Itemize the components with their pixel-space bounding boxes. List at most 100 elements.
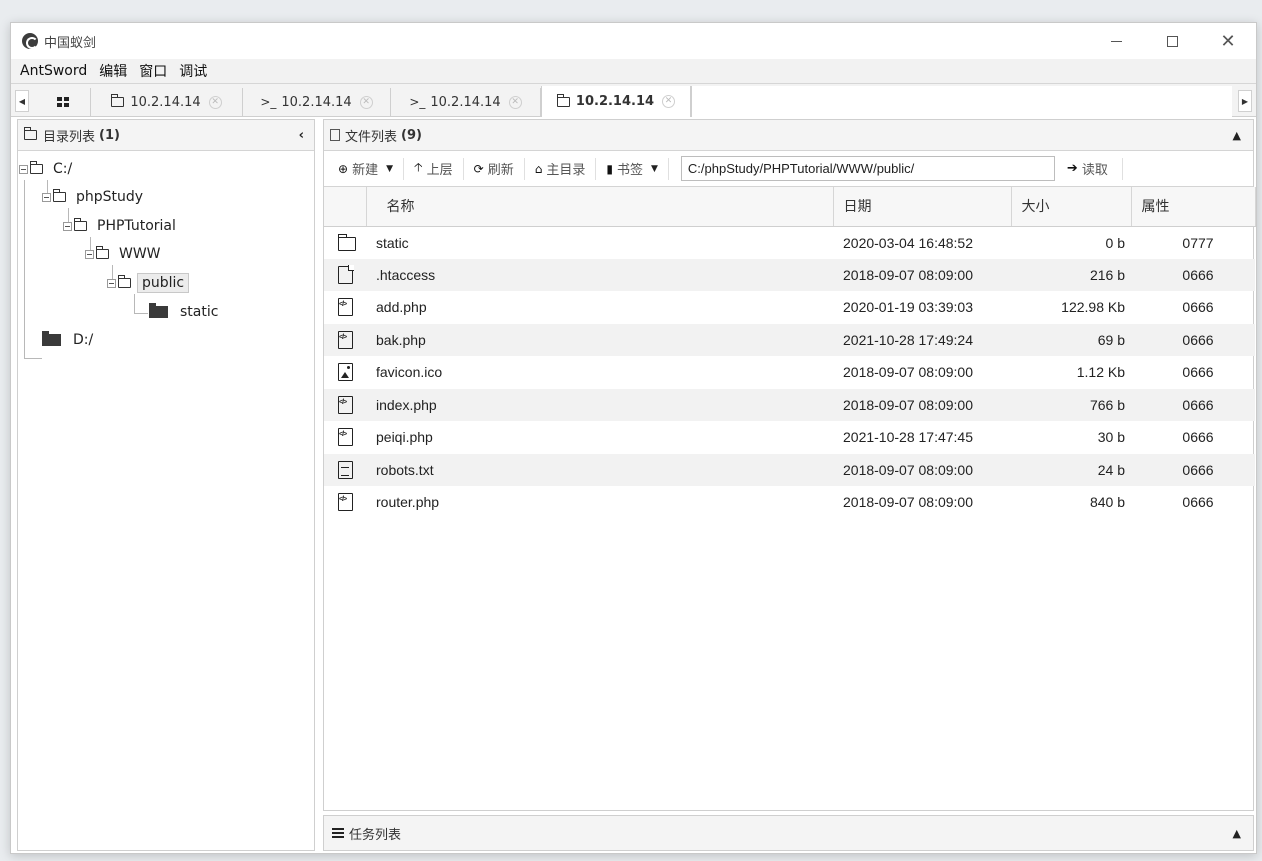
folder-icon: [24, 127, 37, 140]
folder-icon: [96, 246, 109, 259]
file-table-body: static 2020-03-04 16:48:52 0 b 0777 .htacces…: [324, 226, 1255, 519]
tab-home[interactable]: [35, 88, 91, 116]
tree-node-d[interactable]: D:/: [42, 329, 97, 351]
table-row[interactable]: favicon.ico 2018-09-07 08:09:00 1.12 Kb 066…: [324, 356, 1255, 389]
expand-task-panel-icon[interactable]: ▲: [1233, 827, 1241, 840]
collapse-file-panel-button[interactable]: ▲: [1233, 129, 1241, 142]
table-row[interactable]: index.php2018-09-07 08:09:00766 b0666: [324, 388, 1255, 421]
tree-line: [134, 294, 135, 313]
close-icon: ✕: [1220, 30, 1236, 52]
directory-panel-title: 目录列表: [43, 129, 96, 145]
column-header-date[interactable]: 日期: [833, 187, 1012, 227]
bookmark-icon: ▮: [606, 161, 613, 176]
file-size: 766 b: [1011, 388, 1131, 421]
new-button[interactable]: ⊕ 新建 ▼: [338, 157, 404, 180]
table-row[interactable]: peiqi.php 2021-10-28 17:47:45 30 b 0666: [324, 421, 1255, 454]
tab-close-icon[interactable]: ✕: [208, 95, 222, 109]
menu-edit[interactable]: 编辑: [99, 61, 127, 81]
file-attr: 0666: [1182, 299, 1214, 316]
table-row[interactable]: bak.php2021-10-28 17:49:2469 b0666: [324, 323, 1255, 356]
collapse-toggle-icon[interactable]: [63, 221, 72, 231]
window-title: 中国蚁剑: [44, 35, 97, 51]
folder-icon: [53, 189, 66, 202]
triangle-right-icon: ▶: [1241, 96, 1249, 106]
menu-antsword[interactable]: AntSword: [20, 63, 87, 79]
menu-window[interactable]: 窗口: [139, 61, 167, 81]
terminal-icon: >_: [260, 95, 277, 109]
table-row[interactable]: robots.txt 2018-09-07 08:09:00 24 b 0666: [324, 453, 1255, 486]
table-row[interactable]: static 2020-03-04 16:48:52 0 b 0777: [324, 226, 1255, 259]
bookmark-button[interactable]: ▮ 书签 ▼: [606, 157, 669, 180]
document-icon: [330, 129, 340, 141]
file-date: 2018-09-07 08:09:00: [843, 364, 973, 381]
tab-close-icon[interactable]: ✕: [662, 95, 676, 108]
table-row[interactable]: router.php 2018-09-07 08:09:00 840 b 0666: [324, 486, 1255, 519]
tab-terminal-2[interactable]: >_ 10.2.14.14 ✕: [391, 88, 541, 116]
tree-node-static[interactable]: static: [149, 301, 222, 323]
collapse-toggle-icon[interactable]: [85, 249, 94, 259]
file-icon-cell: [324, 323, 366, 356]
column-header-size[interactable]: 大小: [1011, 187, 1132, 227]
file-panel: 文件列表 (9) ▲ ⊕ 新建 ▼ 🡡 上层 ⟳ 刷新 ⌂ 主目录 ▮ 书签 ▼…: [323, 119, 1256, 811]
tree-node-label: WWW: [119, 246, 161, 262]
task-panel[interactable]: 任务列表 ▲: [323, 815, 1254, 851]
directory-count: (1): [99, 127, 120, 143]
table-row[interactable]: .htaccess 2018-09-07 08:09:00 216 b 0666: [324, 258, 1255, 291]
caret-down-icon: ▼: [650, 163, 658, 174]
tree-node-www[interactable]: WWW: [85, 243, 165, 265]
home-button[interactable]: ⌂ 主目录: [535, 157, 597, 180]
table-row[interactable]: add.php 2020-01-19 03:39:03 122.98 Kb 0666: [324, 291, 1255, 324]
path-input[interactable]: [680, 156, 1055, 181]
maximize-icon: [1166, 35, 1178, 47]
read-button[interactable]: ➔ 读取: [1067, 157, 1123, 180]
file-name: router.php: [376, 494, 440, 511]
caret-down-icon: ▼: [386, 163, 393, 174]
menu-debug[interactable]: 调试: [179, 61, 207, 81]
close-button[interactable]: ✕: [1200, 23, 1256, 59]
tab-label: 10.2.14.14: [575, 94, 655, 109]
tab-terminal-1[interactable]: >_ 10.2.14.14 ✕: [243, 88, 391, 116]
file-date: 2021-10-28 17:49:24: [833, 323, 1011, 356]
tree-node-label: static: [180, 304, 219, 320]
tree-node-phpstudy[interactable]: phpStudy: [42, 186, 147, 208]
folder-icon: [111, 94, 125, 107]
tree-node-label: phpStudy: [76, 189, 144, 205]
column-header-attr[interactable]: 属性: [1131, 187, 1256, 227]
file-name: index.php: [366, 388, 833, 421]
column-header-name[interactable]: 名称: [366, 187, 834, 227]
minimize-icon: [1110, 40, 1122, 42]
file-attr: 0666: [1131, 323, 1255, 356]
collapse-toggle-icon[interactable]: [19, 164, 28, 174]
collapse-panel-button[interactable]: ‹: [299, 128, 304, 143]
file-size: 1.12 Kb: [1076, 364, 1125, 381]
maximize-button[interactable]: [1144, 23, 1200, 59]
file-icon-cell: [324, 258, 366, 291]
tab-scroll-left-button[interactable]: ◀: [15, 90, 29, 112]
tree-line: [134, 313, 148, 314]
tree-node-public[interactable]: public: [107, 272, 190, 294]
antsword-logo-icon: [22, 33, 38, 49]
tree-node-phptutorial[interactable]: PHPTutorial: [63, 215, 180, 237]
collapse-toggle-icon[interactable]: [42, 192, 51, 202]
tab-close-icon[interactable]: ✕: [359, 95, 373, 109]
collapse-toggle-icon[interactable]: [107, 278, 116, 288]
file-size: 0 b: [1105, 234, 1125, 251]
file-table: 名称 日期 大小 属性 static 2020-03-04 16:48:52 0 b…: [324, 187, 1256, 519]
file-icon-cell: [324, 388, 366, 421]
file-date: 2018-09-07 08:09:00: [833, 388, 1011, 421]
refresh-button[interactable]: ⟳ 刷新: [474, 157, 525, 180]
file-panel-header: 文件列表 (9) ▲: [324, 120, 1253, 151]
minimize-button[interactable]: [1088, 23, 1144, 59]
tab-scroll-right-button[interactable]: ▶: [1238, 90, 1252, 112]
folder-filled-icon: [149, 303, 168, 318]
up-button[interactable]: 🡡 上层: [414, 157, 464, 180]
tab-file-manager-active[interactable]: 10.2.14.14 ✕: [541, 86, 691, 117]
file-date: 2021-10-28 17:47:45: [843, 429, 973, 446]
tab-strip-filler: [691, 86, 1232, 117]
tab-close-icon[interactable]: ✕: [508, 95, 522, 109]
file-attr: 0666: [1182, 429, 1214, 446]
tab-file-manager-1[interactable]: 10.2.14.14 ✕: [91, 88, 243, 116]
tree-node-c[interactable]: C:/: [19, 158, 76, 180]
directory-panel: 目录列表 (1) ‹ C:/ phpStudy PHPTutorial WWW …: [17, 119, 315, 851]
file-date: 2018-09-07 08:09:00: [833, 258, 1011, 291]
